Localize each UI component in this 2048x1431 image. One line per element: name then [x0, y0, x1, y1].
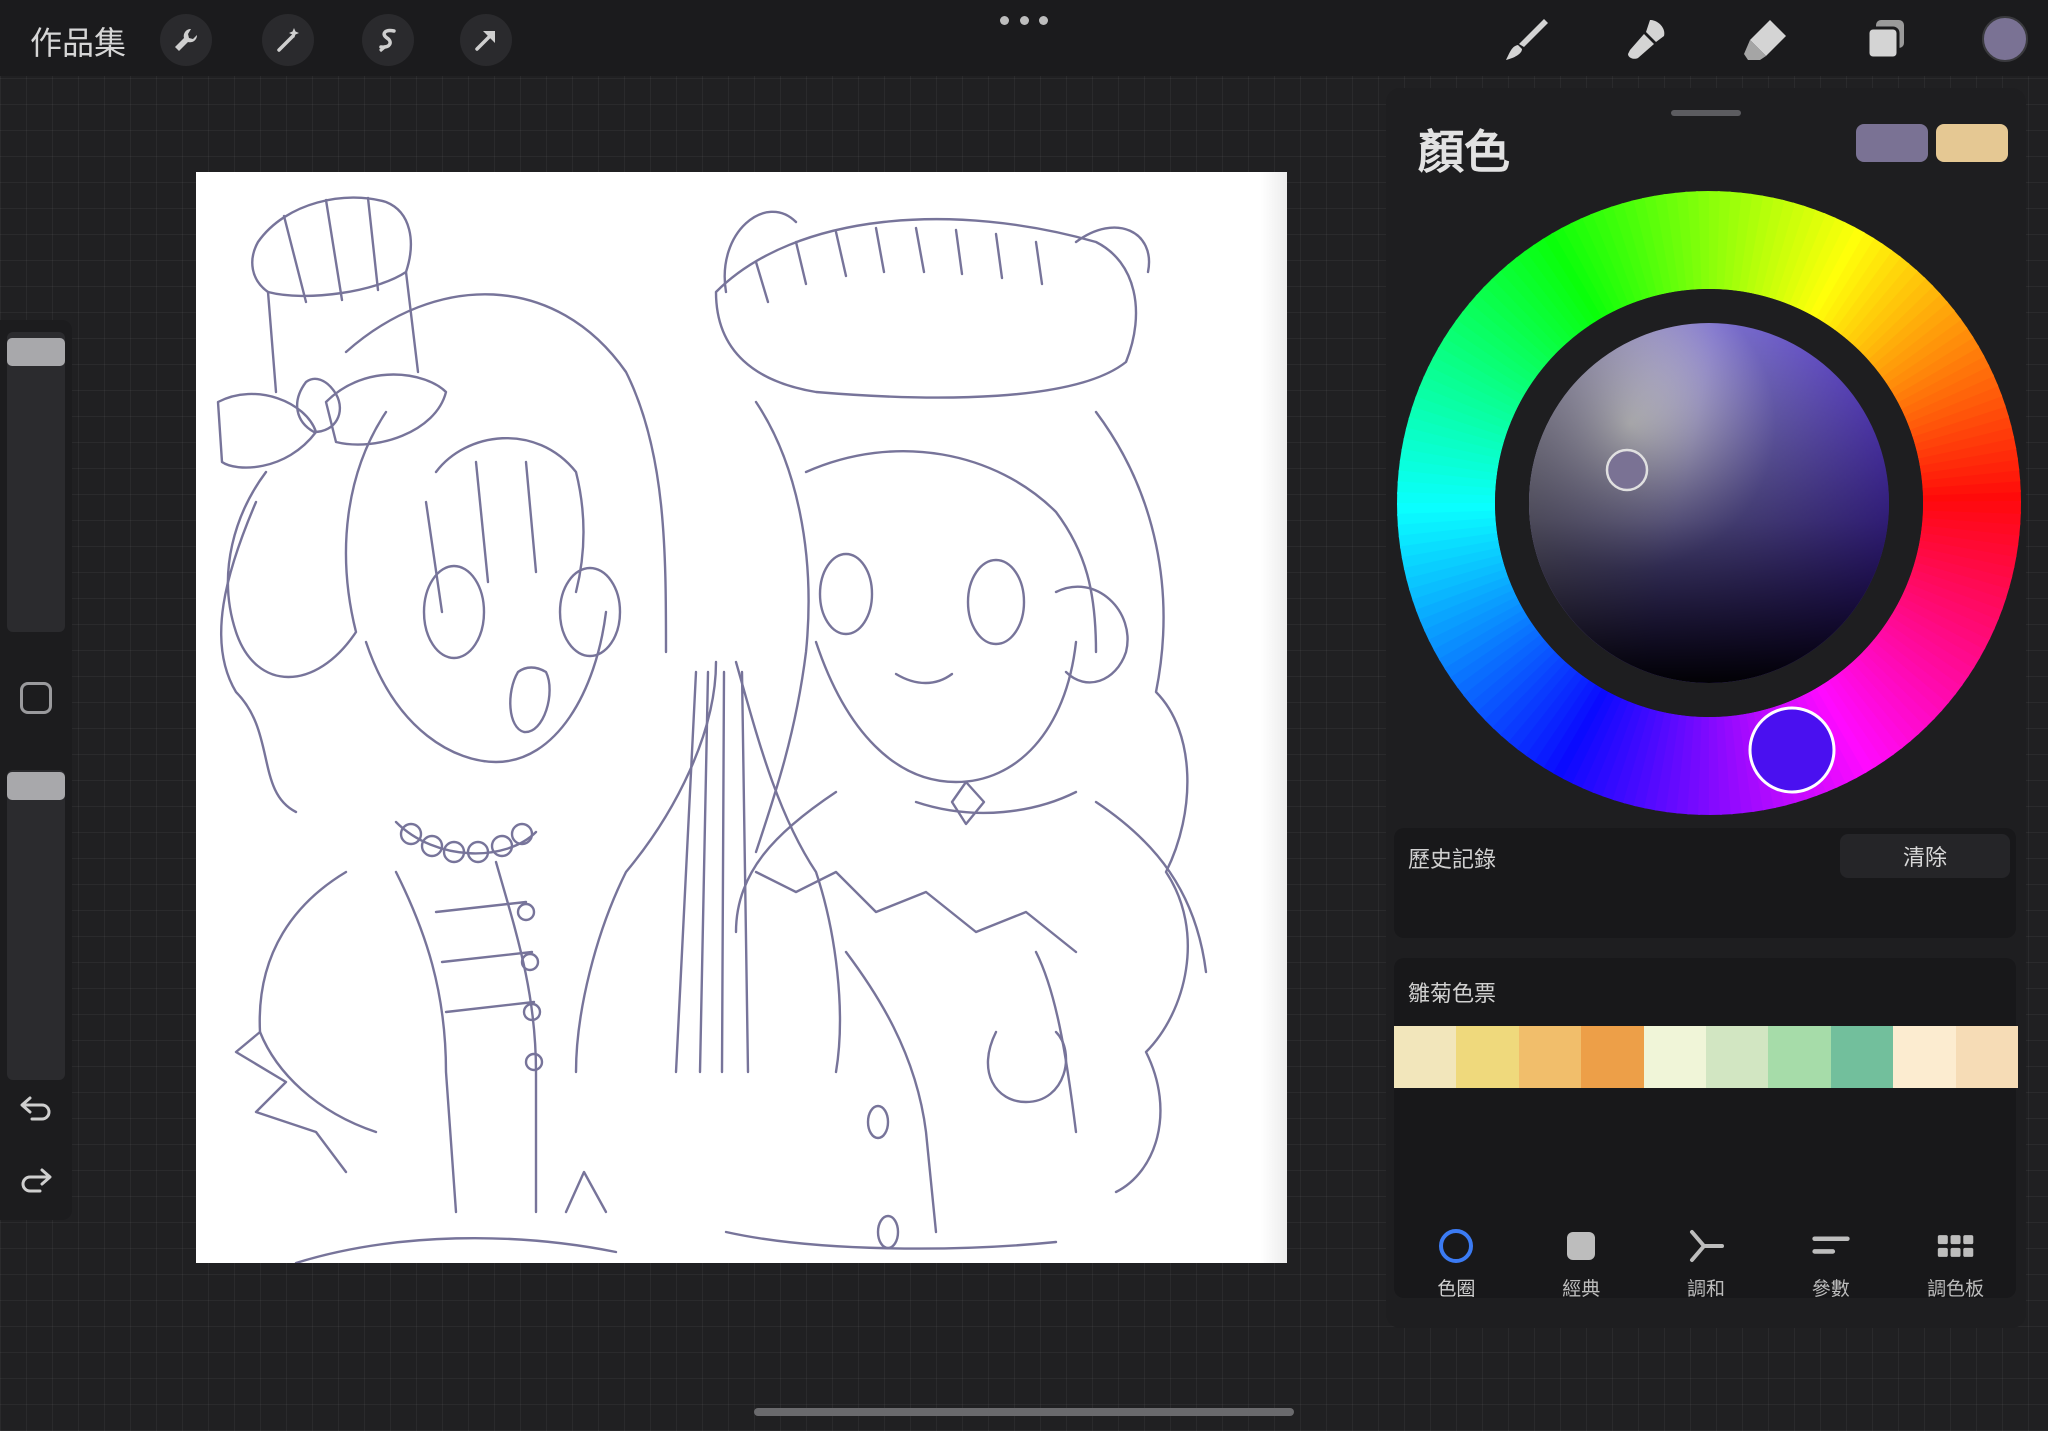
actions-button[interactable] — [160, 14, 212, 66]
layers-button[interactable] — [1858, 12, 1914, 68]
gallery-button[interactable]: 作品集 — [30, 18, 126, 64]
sliders-icon — [1812, 1236, 1850, 1254]
clear-history-button[interactable]: 清除 — [1840, 834, 2010, 878]
home-indicator[interactable] — [754, 1408, 1294, 1416]
brush-icon — [1506, 19, 1548, 60]
palette-swatch[interactable] — [1706, 1026, 1769, 1088]
history-label: 歷史記錄 — [1408, 848, 1497, 873]
hue-knob[interactable] — [1748, 706, 1836, 794]
wrench-icon — [175, 28, 198, 51]
redo-icon[interactable] — [18, 1162, 54, 1198]
color-mode-tabs: 色圈 經典 調和 參數 調色板 — [1394, 1226, 2018, 1326]
adjustments-button[interactable] — [262, 14, 314, 66]
tab-disc[interactable]: 色圈 — [1394, 1226, 1519, 1326]
modify-button[interactable] — [20, 682, 52, 714]
transform-arrow-icon — [475, 31, 495, 51]
color-wheel-container — [1394, 188, 2024, 818]
secondary-color-swatch[interactable] — [1936, 124, 2008, 162]
tab-label: 調和 — [1686, 1278, 1725, 1300]
more-options-button[interactable] — [1000, 8, 1048, 32]
saturation-disc-shade — [1529, 323, 1889, 683]
history-section: 歷史記錄 清除 — [1394, 828, 2016, 938]
layers-icon — [1866, 20, 1904, 60]
brush-size-slider[interactable] — [7, 332, 65, 632]
panel-title: 顏色 — [1418, 125, 1510, 179]
dot-icon — [1039, 15, 1048, 25]
color-button[interactable] — [1982, 16, 2028, 62]
magic-wand-icon — [277, 28, 299, 52]
smudge-tool-button[interactable] — [1618, 12, 1674, 68]
tab-harmony[interactable]: 調和 — [1644, 1226, 1769, 1326]
dot-icon — [1019, 15, 1029, 25]
opacity-slider[interactable] — [7, 770, 65, 1080]
palette-label: 雛菊色票 — [1408, 982, 1497, 1007]
smudge-icon — [1628, 20, 1665, 59]
color-panel: 顏色 歷史記錄 清除 雛菊色票 色圈 經典 調和 參數 調色板 — [1386, 88, 2026, 1328]
disc-icon — [1439, 1229, 1474, 1263]
palette-swatch[interactable] — [1456, 1026, 1519, 1088]
selection-icon — [379, 28, 396, 53]
palette-swatches — [1394, 1026, 2019, 1088]
paint-tool-button[interactable] — [1498, 12, 1554, 68]
opacity-thumb[interactable] — [7, 772, 65, 800]
square-icon — [1567, 1232, 1596, 1260]
color-disc[interactable] — [1394, 188, 2024, 818]
palette-swatch[interactable] — [1768, 1026, 1831, 1088]
palette-swatch[interactable] — [1830, 1026, 1894, 1088]
panel-drag-handle[interactable] — [1671, 110, 1741, 116]
palette-swatch[interactable] — [1893, 1026, 1956, 1088]
eraser-tool-button[interactable] — [1738, 12, 1794, 68]
drawing-canvas[interactable] — [196, 172, 1287, 1263]
tab-value[interactable]: 參數 — [1768, 1226, 1893, 1326]
dot-icon — [1000, 15, 1009, 25]
grid-icon — [1937, 1235, 1973, 1257]
top-toolbar: 作品集 — [0, 0, 2048, 76]
tab-label: 調色板 — [1927, 1278, 1985, 1300]
palette-swatch[interactable] — [1955, 1026, 2019, 1088]
selection-button[interactable] — [362, 14, 414, 66]
tab-label: 色圈 — [1437, 1278, 1476, 1300]
brush-size-thumb[interactable] — [7, 338, 65, 366]
palette-swatch[interactable] — [1518, 1026, 1582, 1088]
transform-button[interactable] — [460, 14, 512, 66]
primary-color-swatch[interactable] — [1856, 124, 1928, 162]
left-sidebar — [0, 320, 72, 1220]
saturation-knob[interactable] — [1605, 448, 1649, 492]
eraser-icon — [1744, 20, 1786, 60]
line-sketch-artwork — [216, 196, 1208, 1263]
tab-classic[interactable]: 經典 — [1519, 1226, 1644, 1326]
tab-palettes[interactable]: 調色板 — [1893, 1226, 2018, 1326]
undo-icon[interactable] — [18, 1090, 54, 1126]
harmony-icon — [1689, 1230, 1724, 1262]
palette-swatch[interactable] — [1581, 1026, 1644, 1088]
tab-label: 經典 — [1562, 1278, 1601, 1300]
palette-swatch[interactable] — [1643, 1026, 1707, 1088]
tab-label: 參數 — [1811, 1278, 1850, 1300]
palette-swatch[interactable] — [1394, 1026, 1457, 1088]
